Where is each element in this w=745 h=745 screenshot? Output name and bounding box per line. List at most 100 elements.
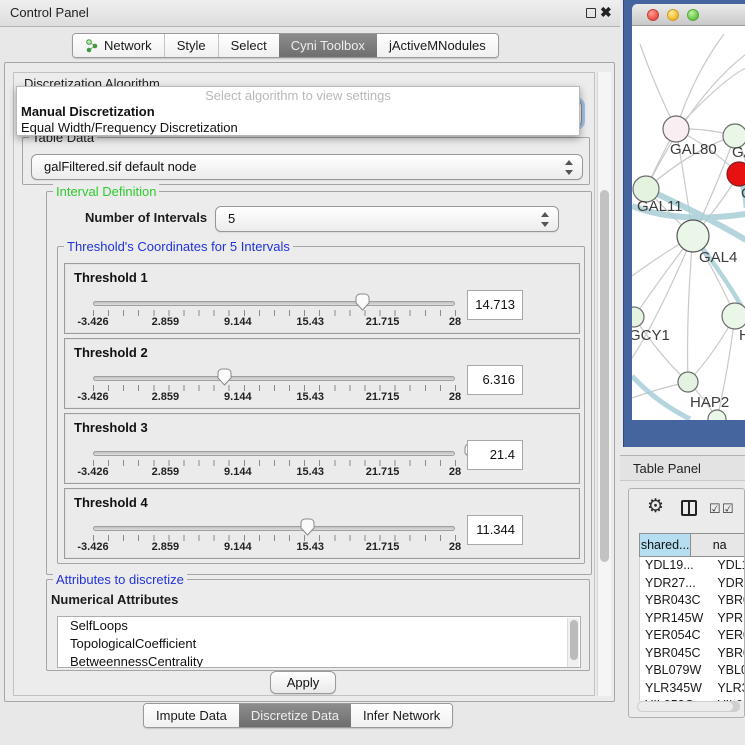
stepper-icon (540, 211, 550, 228)
attributes-group: Attributes to discretize Numerical Attri… (46, 579, 590, 671)
control-panel-titlebar: Control Panel ✖ (0, 0, 620, 27)
algorithm-dropdown-popup: Select algorithm to view settings Manual… (16, 86, 580, 136)
threshold-2-value[interactable]: 6.316 (467, 365, 523, 395)
threshold-4-value[interactable]: 11.344 (467, 515, 523, 545)
node-label: GA (732, 144, 745, 161)
node-table: shared... na YDL19...YDL1 YDR27...YDR2 Y… (639, 533, 745, 701)
network-window-titlebar[interactable] (632, 4, 745, 26)
table-row[interactable]: YLR345WYLR3 (640, 680, 745, 698)
checkbox-icon[interactable]: ☑ (709, 501, 721, 517)
threshold-1-panel: Threshold 1 -3.4262.8599.14415.4321.7152… (64, 263, 580, 334)
option-manual-discretization[interactable]: Manual Discretization (21, 104, 155, 119)
number-of-intervals-combo[interactable]: 5 (215, 206, 559, 232)
threshold-3-slider-track[interactable] (93, 451, 455, 456)
apply-button[interactable]: Apply (270, 671, 336, 694)
table-horizontal-scrollbar[interactable] (637, 701, 740, 712)
column-header-shared[interactable]: shared... (640, 534, 691, 556)
bottom-tab-bar: Impute Data Discretize Data Infer Networ… (143, 703, 453, 728)
algorithm-hint: Select algorithm to view settings (17, 88, 579, 103)
panel-title: Control Panel (10, 0, 89, 26)
node-label: GAL80 (670, 141, 717, 158)
tab-discretize-data[interactable]: Discretize Data (239, 704, 351, 727)
table-row[interactable]: YBL079WYBL0 (640, 662, 745, 680)
network-nodes[interactable] (632, 116, 745, 420)
top-tab-bar: Network Style Select Cyni Toolbox jActiv… (72, 33, 499, 58)
table-row[interactable]: YBR043CYBR0 (640, 592, 745, 610)
threshold-1-value[interactable]: 14.713 (467, 290, 523, 320)
stepper-icon (564, 159, 574, 176)
node-gal80[interactable] (663, 116, 689, 142)
close-icon[interactable]: ✖ (600, 4, 612, 21)
list-item[interactable]: SelfLoops (58, 617, 580, 635)
tab-style[interactable]: Style (164, 34, 218, 57)
threshold-2-slider-thumb[interactable] (215, 368, 234, 387)
threshold-1-slider-track[interactable] (93, 301, 455, 306)
threshold-3-panel: Threshold 3 -3.4262.8599.14415.4321.7152… (64, 413, 580, 484)
node-partial[interactable] (708, 410, 726, 420)
table-panel-titlebar: Table Panel (620, 455, 745, 481)
thresholds-group: Threshold's Coordinates for 5 Intervals … (57, 246, 585, 564)
close-traffic-light-icon[interactable] (647, 9, 659, 21)
node-label: H (739, 327, 745, 344)
tab-select[interactable]: Select (218, 34, 279, 57)
table-data-combo[interactable]: galFiltered.sif default node (31, 154, 583, 180)
list-item[interactable]: BetweennessCentrality (58, 653, 580, 668)
tab-impute-data[interactable]: Impute Data (144, 704, 239, 727)
tab-cyni-toolbox[interactable]: Cyni Toolbox (279, 34, 377, 57)
main-panel-scrollbar[interactable] (597, 72, 611, 696)
interval-definition-group: Interval Definition Number of Intervals … (46, 191, 592, 575)
thresholds-title: Threshold's Coordinates for 5 Intervals (64, 239, 293, 254)
network-canvas[interactable]: GAL80 GA C GAL11 GAL4 GCY1 H HAP2 (632, 26, 745, 420)
network-icon (85, 39, 99, 53)
tab-infer-network[interactable]: Infer Network (351, 704, 452, 727)
attributes-scrollbar[interactable] (567, 618, 579, 668)
table-row[interactable]: YPR145WYPR1 (640, 610, 745, 628)
threshold-4-slider-thumb[interactable] (298, 518, 317, 537)
float-window-icon[interactable] (586, 8, 596, 18)
number-of-intervals-label: Number of Intervals (85, 210, 207, 225)
threshold-4-slider-track[interactable] (93, 526, 455, 531)
node-label: GAL11 (637, 198, 683, 215)
list-item[interactable]: TopologicalCoefficient (58, 635, 580, 653)
node-h[interactable] (722, 303, 745, 329)
column-header-name[interactable]: na (691, 534, 745, 556)
node-label: GCY1 (632, 327, 670, 344)
discretize-sub-panel: Discretization Algorithm Select algorith… (13, 72, 595, 696)
table-data-group: Table Data galFiltered.sif default node (22, 137, 590, 185)
table-row[interactable]: YDR27...YDR2 (640, 575, 745, 593)
table-rows: YDL19...YDL1 YDR27...YDR2 YBR043CYBR0 YP… (639, 557, 745, 701)
tab-jactivemnodules[interactable]: jActiveMNodules (377, 34, 498, 57)
node-gcy1[interactable] (632, 307, 644, 327)
table-panel-title: Table Panel (633, 456, 701, 481)
checkbox-icon[interactable]: ☑ (722, 501, 734, 517)
table-panel-body: ⚙ ☑ ☑ shared... na YDL19...YDL1 YDR27...… (628, 488, 745, 718)
node-hap2[interactable] (678, 372, 698, 392)
table-row[interactable]: YDL19...YDL1 (640, 557, 745, 575)
threshold-2-panel: Threshold 2 -3.4262.8599.14415.4321.7152… (64, 338, 580, 409)
node-label: C (741, 185, 745, 202)
control-panel: Control Panel ✖ Network Style Select Cyn… (0, 0, 620, 745)
node-gal4[interactable] (677, 220, 709, 252)
option-equal-width-frequency[interactable]: Equal Width/Frequency Discretization (21, 120, 238, 135)
node-label: HAP2 (690, 394, 729, 411)
threshold-1-slider-thumb[interactable] (353, 293, 372, 312)
threshold-2-slider-track[interactable] (93, 376, 455, 381)
threshold-4-panel: Threshold 4 -3.4262.8599.14415.4321.7152… (64, 488, 580, 559)
split-columns-icon[interactable] (681, 500, 697, 516)
zoom-traffic-light-icon[interactable] (687, 9, 699, 21)
minimize-traffic-light-icon[interactable] (667, 9, 679, 21)
table-row[interactable]: YBR045CYBR0 (640, 645, 745, 663)
node-label: GAL4 (699, 249, 737, 266)
numerical-attributes-label: Numerical Attributes (51, 592, 178, 607)
threshold-3-value[interactable]: 21.4 (467, 440, 523, 470)
cyni-main-panel: Discretization Algorithm Select algorith… (4, 62, 615, 702)
table-toolbar: ⚙ ☑ ☑ (629, 489, 744, 529)
numerical-attributes-list: SelfLoops TopologicalCoefficient Between… (57, 616, 581, 668)
interval-definition-title: Interval Definition (53, 184, 159, 199)
attributes-title: Attributes to discretize (53, 572, 187, 587)
node-red[interactable] (727, 162, 745, 186)
tab-network[interactable]: Network (73, 34, 164, 57)
table-row[interactable]: YER054CYER0 (640, 627, 745, 645)
settings-gear-icon[interactable]: ⚙ (647, 495, 664, 518)
table-header: shared... na (639, 533, 745, 557)
